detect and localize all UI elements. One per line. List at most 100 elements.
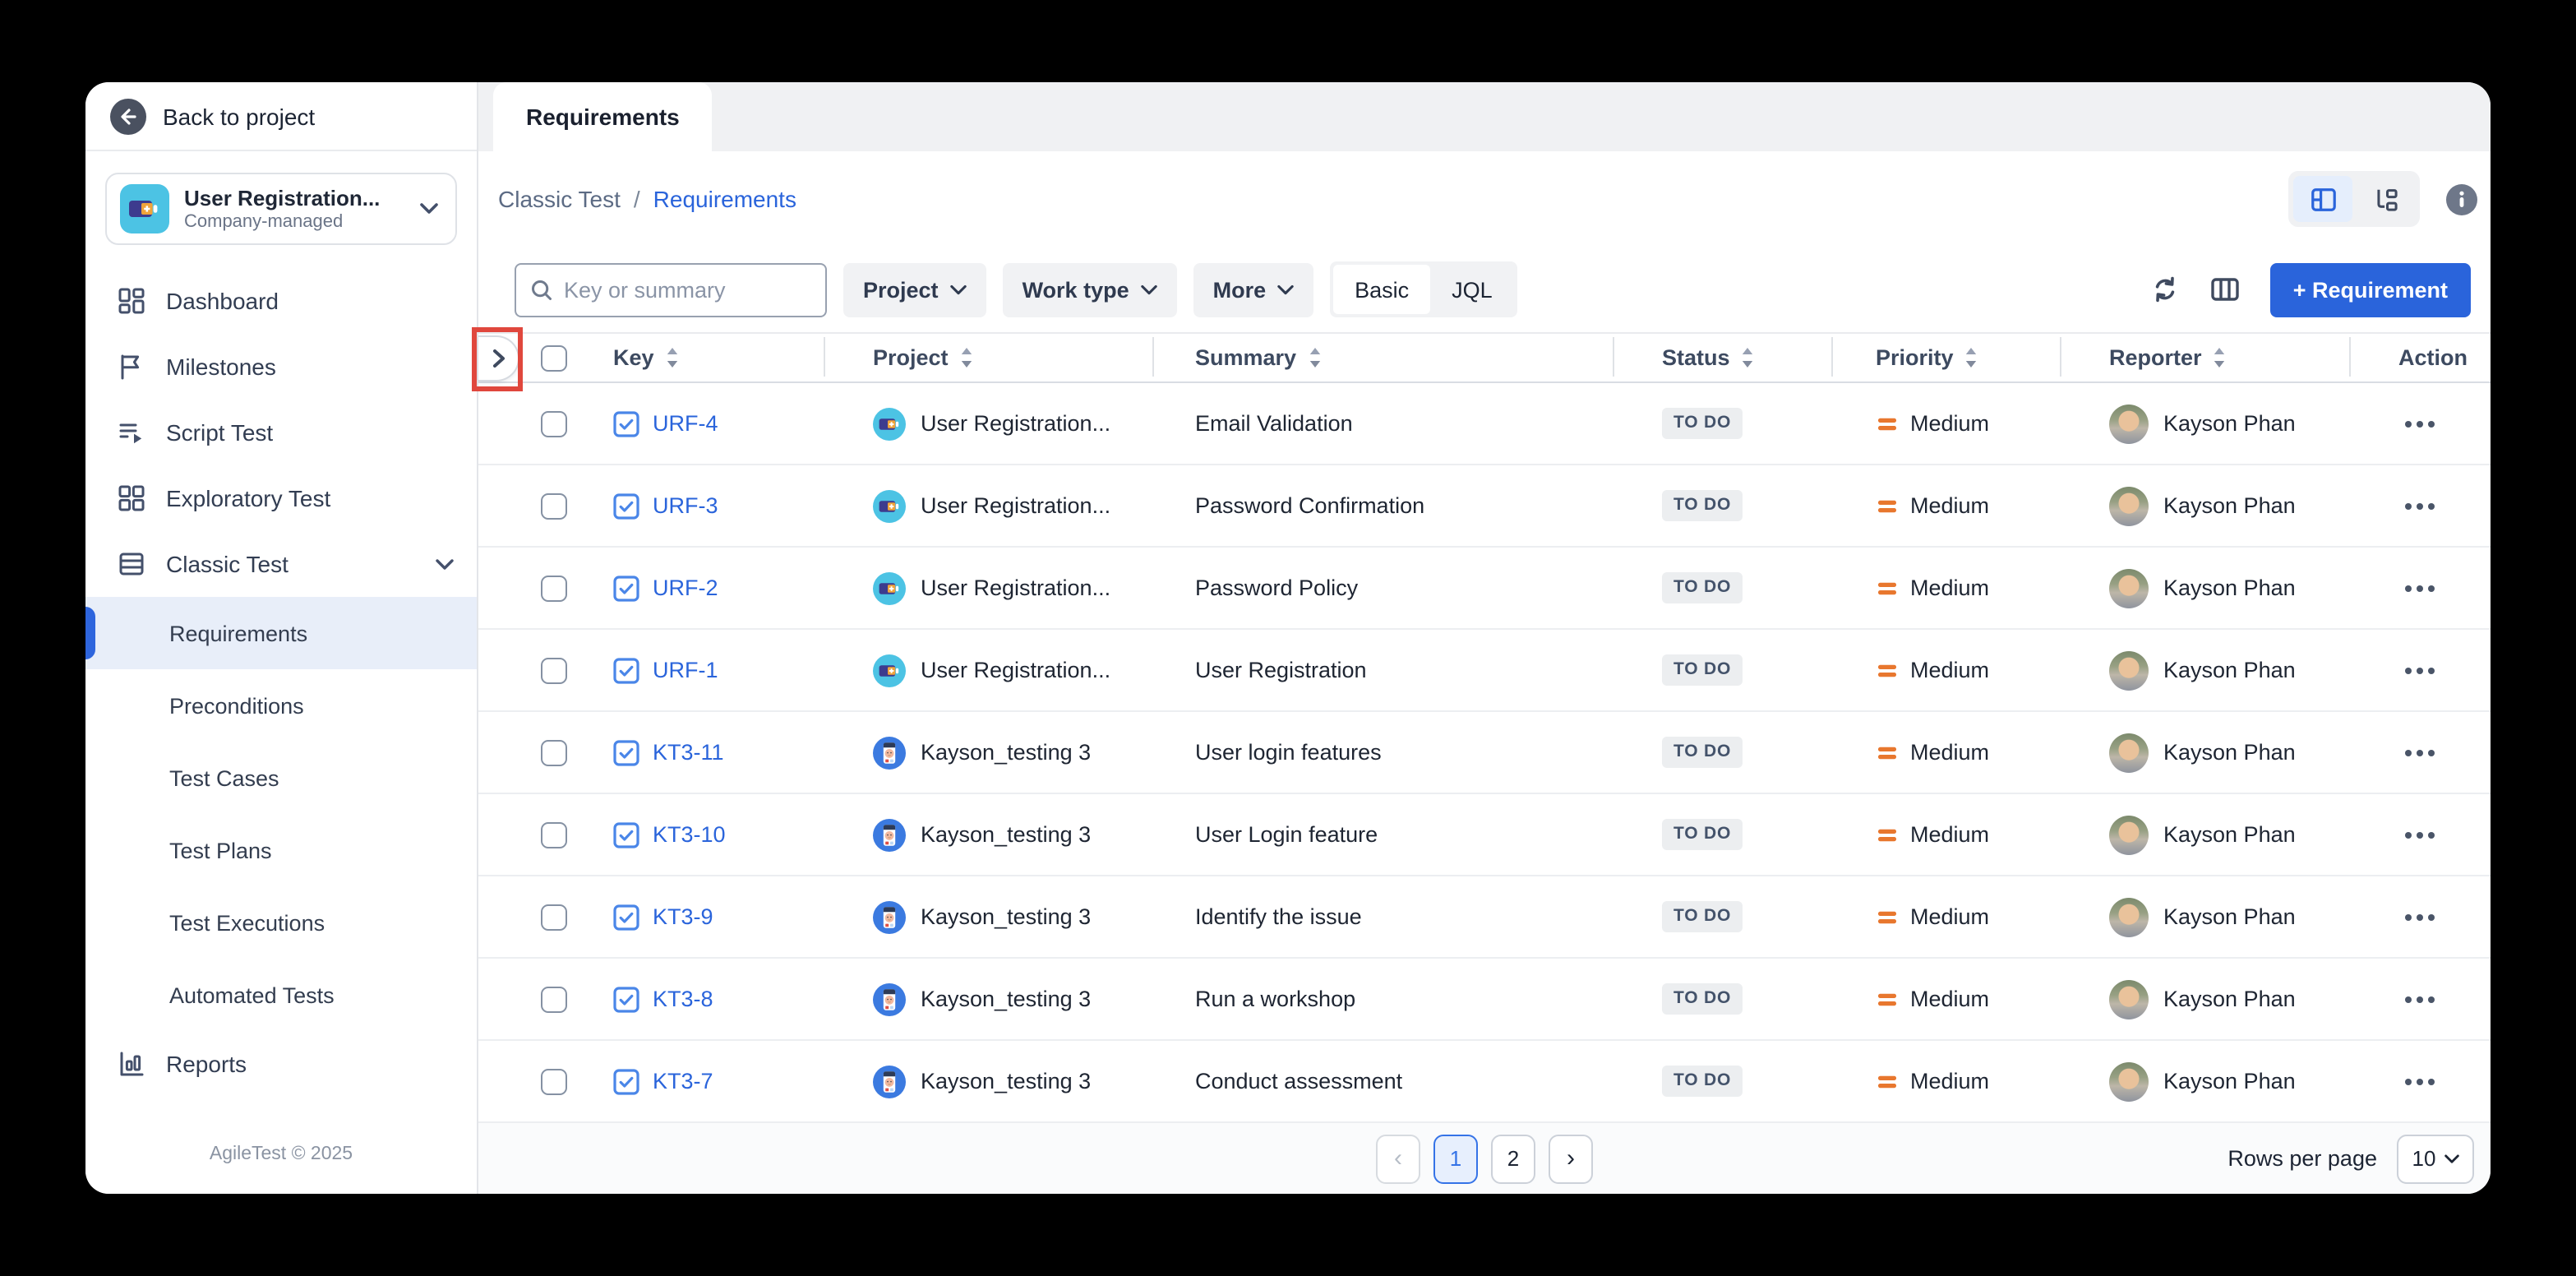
grid-icon [117,483,146,513]
priority-cell: Medium [1831,1041,2060,1121]
requirement-key-link[interactable]: KT3-10 [653,822,726,847]
tree-view-button[interactable] [2356,176,2415,222]
row-checkbox[interactable] [541,1068,567,1094]
row-actions-button[interactable] [2398,496,2441,515]
status-cell: TO DO [1613,794,1831,875]
requirement-key-link[interactable]: URF-2 [653,576,718,600]
project-avatar-icon [873,982,906,1015]
row-checkbox[interactable] [541,821,567,848]
row-actions-button[interactable] [2398,907,2441,927]
jql-mode-button[interactable]: JQL [1430,265,1514,314]
sidebar-item-milestones[interactable]: Milestones [85,334,477,400]
select-all-checkbox[interactable] [541,344,567,371]
row-checkbox[interactable] [541,657,567,683]
info-button[interactable] [2446,183,2477,215]
sort-icon[interactable] [2214,347,2227,368]
breadcrumb-current-link[interactable]: Requirements [653,186,796,212]
sidebar-item-test-plans[interactable]: Test Plans [85,814,477,886]
key-cell: KT3-10 [580,794,824,875]
basic-mode-button[interactable]: Basic [1333,265,1430,314]
back-arrow-icon[interactable] [110,98,146,134]
row-checkbox[interactable] [541,492,567,519]
project-name: User Registration... [921,658,1110,682]
column-header-key[interactable]: Key [580,334,824,381]
row-actions-button[interactable] [2398,414,2441,433]
sidebar-item-classic-test[interactable]: Classic Test [85,531,477,597]
requirement-key-link[interactable]: KT3-7 [653,1069,713,1093]
project-avatar-icon [873,407,906,440]
reporter-name: Kayson Phan [2163,493,2296,518]
row-actions-button[interactable] [2398,660,2441,680]
sort-icon[interactable] [960,347,973,368]
add-requirement-button[interactable]: + Requirement [2270,262,2471,317]
project-selector[interactable]: User Registration... Company-managed [105,173,457,245]
table-row[interactable]: KT3-7 Kayson_testing 3 Conduct assessmen… [478,1041,2491,1123]
work-type-filter-button[interactable]: Work type [1003,262,1177,317]
table-row[interactable]: URF-1 User Registration... User Registra… [478,630,2491,712]
table-row[interactable]: URF-4 User Registration... Email Validat… [478,383,2491,465]
row-actions-button[interactable] [2398,578,2441,598]
search-input[interactable] [564,277,812,302]
project-filter-button[interactable]: Project [843,262,986,317]
table-row[interactable]: KT3-10 Kayson_testing 3 User Login featu… [478,794,2491,876]
expand-panel-button[interactable] [478,335,519,381]
page-1-button[interactable]: 1 [1433,1134,1478,1183]
requirement-key-link[interactable]: KT3-8 [653,987,713,1011]
column-label: Reporter [2109,345,2202,370]
sidebar-item-reports[interactable]: Reports [85,1031,477,1097]
tab-requirements[interactable]: Requirements [493,82,713,151]
requirement-key-link[interactable]: URF-4 [653,411,718,436]
sort-icon[interactable] [1965,347,1978,368]
next-page-button[interactable]: › [1549,1134,1593,1183]
reporter-cell: Kayson Phan [2060,548,2349,628]
requirement-key-link[interactable]: KT3-11 [653,740,724,765]
row-actions-button[interactable] [2398,1071,2441,1091]
key-cell: KT3-8 [580,959,824,1039]
sidebar-item-test-executions[interactable]: Test Executions [85,886,477,959]
status-cell: TO DO [1613,876,1831,957]
status-cell: TO DO [1613,959,1831,1039]
table-row[interactable]: KT3-9 Kayson_testing 3 Identify the issu… [478,876,2491,959]
sidebar-item-requirements[interactable]: Requirements [85,597,477,669]
table-row[interactable]: URF-3 User Registration... Password Conf… [478,465,2491,548]
sort-icon[interactable] [1308,347,1321,368]
sort-icon[interactable] [666,347,679,368]
row-checkbox[interactable] [541,986,567,1012]
row-actions-button[interactable] [2398,742,2441,762]
row-checkbox[interactable] [541,739,567,765]
sidebar-item-dashboard[interactable]: Dashboard [85,268,477,334]
list-view-button[interactable] [2293,176,2352,222]
breadcrumb-parent-link[interactable]: Classic Test [498,186,621,212]
back-to-project[interactable]: Back to project [85,82,477,151]
row-checkbox[interactable] [541,410,567,437]
rows-per-page-select[interactable]: 10 [2397,1134,2474,1183]
sidebar-item-preconditions[interactable]: Preconditions [85,669,477,742]
column-header-summary[interactable]: Summary [1152,334,1613,381]
more-filter-button[interactable]: More [1193,262,1314,317]
previous-page-button[interactable]: ‹ [1376,1134,1420,1183]
row-actions-button[interactable] [2398,989,2441,1009]
table-row[interactable]: URF-2 User Registration... Password Poli… [478,548,2491,630]
column-header-priority[interactable]: Priority [1831,334,2060,381]
status-badge: TO DO [1662,902,1743,932]
sidebar-item-automated-tests[interactable]: Automated Tests [85,959,477,1031]
table-row[interactable]: KT3-11 Kayson_testing 3 User login featu… [478,712,2491,794]
requirement-key-link[interactable]: URF-3 [653,493,718,518]
refresh-button[interactable] [2150,275,2180,304]
sidebar-item-test-cases[interactable]: Test Cases [85,742,477,814]
table-row[interactable]: KT3-8 Kayson_testing 3 Run a workshop TO… [478,959,2491,1041]
sidebar-item-script-test[interactable]: Script Test [85,400,477,465]
column-header-reporter[interactable]: Reporter [2060,334,2349,381]
sidebar-item-exploratory-test[interactable]: Exploratory Test [85,465,477,531]
row-checkbox[interactable] [541,904,567,930]
requirement-key-link[interactable]: KT3-9 [653,904,713,929]
column-header-status[interactable]: Status [1613,334,1831,381]
columns-button[interactable] [2209,275,2241,304]
row-actions-button[interactable] [2398,825,2441,844]
sort-icon[interactable] [1742,347,1755,368]
requirement-key-link[interactable]: URF-1 [653,658,718,682]
column-header-project[interactable]: Project [824,334,1152,381]
row-checkbox[interactable] [541,575,567,601]
page-2-button[interactable]: 2 [1491,1134,1535,1183]
status-badge: TO DO [1662,820,1743,850]
